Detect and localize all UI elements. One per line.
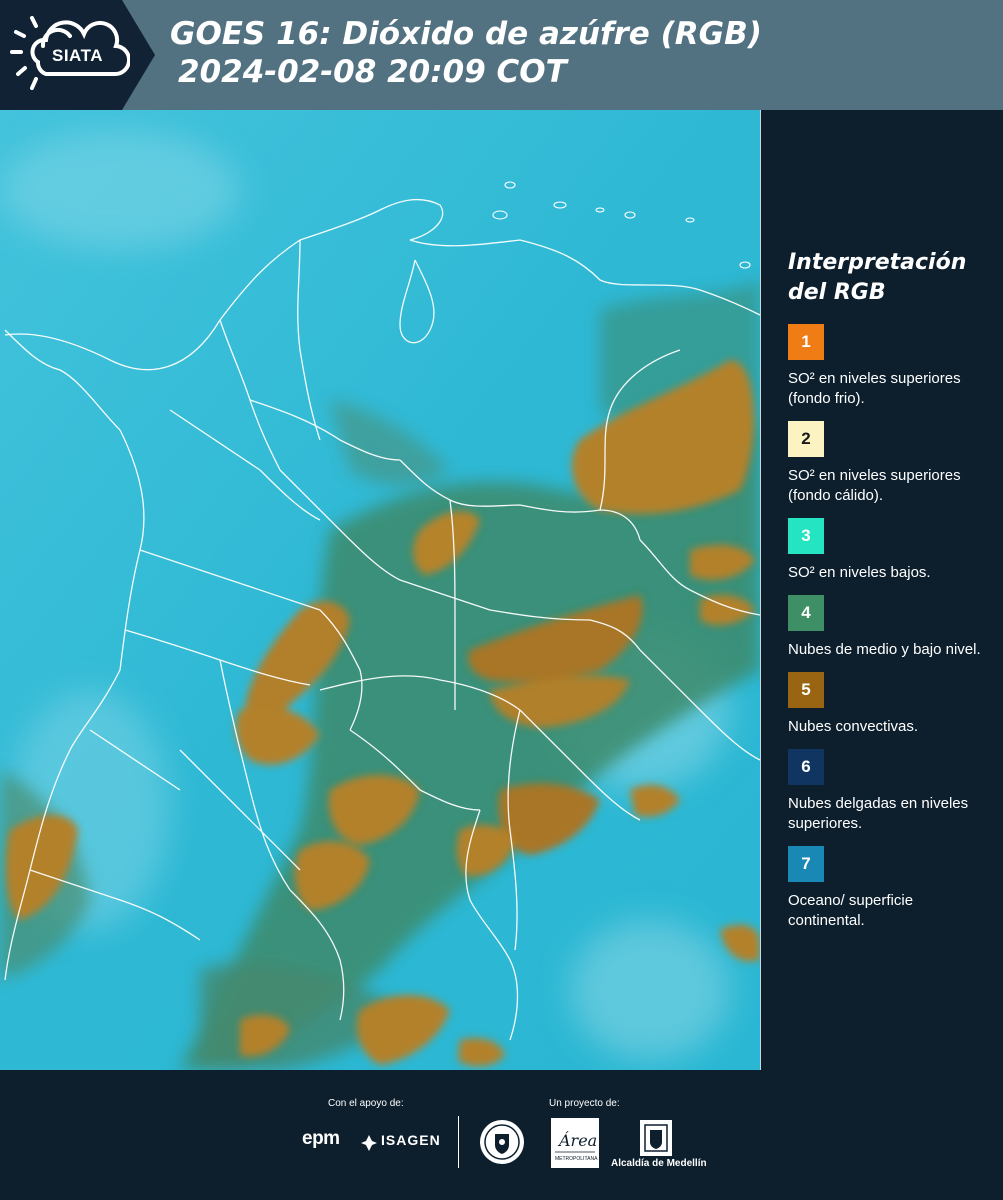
legend-text-5: Nubes convectivas. xyxy=(788,718,919,735)
legend-item: 5 Nubes convectivas. xyxy=(788,672,993,737)
legend-item: 1 SO² en niveles superiores (fondo frio)… xyxy=(788,324,993,409)
svg-text:METROPOLITANA: METROPOLITANA xyxy=(555,1156,598,1162)
satellite-map[interactable] xyxy=(0,110,761,1070)
svg-text:Área: Área xyxy=(557,1130,597,1150)
siata-logo[interactable]: SIATA xyxy=(0,0,155,110)
header: SIATA GOES 16: Dióxido de azúfre (RGB) 2… xyxy=(0,0,1003,110)
medellin-seal-icon[interactable] xyxy=(478,1118,526,1166)
legend-item: 7 Oceano/ superficie continental. xyxy=(788,846,993,931)
isagen-logo[interactable]: ISAGEN xyxy=(381,1132,441,1148)
legend-text-3: SO² en niveles bajos. xyxy=(788,564,931,581)
siata-logo-text: SIATA xyxy=(52,46,103,65)
legend-swatch-1: 1 xyxy=(788,324,824,360)
legend-swatch-4: 4 xyxy=(788,595,824,631)
page-title: GOES 16: Dióxido de azúfre (RGB) xyxy=(170,16,762,52)
legend-swatch-3: 3 xyxy=(788,518,824,554)
legend-item: 3 SO² en niveles bajos. xyxy=(788,518,993,583)
legend-text-1: SO² en niveles superiores (fondo frio). xyxy=(788,370,961,407)
legend-swatch-7: 7 xyxy=(788,846,824,882)
legend-text-2: SO² en niveles superiores (fondo cálido)… xyxy=(788,467,961,504)
rgb-legend: Interpretación del RGB 1 SO² en niveles … xyxy=(788,248,993,943)
alcaldia-label: Alcaldía de Medellín xyxy=(611,1158,707,1169)
project-label: Un proyecto de: xyxy=(549,1098,620,1109)
legend-swatch-5: 5 xyxy=(788,672,824,708)
legend-text-7: Oceano/ superficie continental. xyxy=(788,892,914,929)
support-label: Con el apoyo de: xyxy=(328,1098,404,1109)
isagen-mark-icon xyxy=(361,1135,377,1151)
legend-item: 4 Nubes de medio y bajo nivel. xyxy=(788,595,993,660)
legend-text-6: Nubes delgadas en niveles superiores. xyxy=(788,795,969,832)
legend-title: Interpretación del RGB xyxy=(788,248,993,308)
alcaldia-shield-icon[interactable] xyxy=(638,1118,674,1158)
legend-item: 2 SO² en niveles superiores (fondo cálid… xyxy=(788,421,993,506)
area-metropolitana-logo[interactable]: Área METROPOLITANA xyxy=(551,1118,599,1168)
legend-item: 6 Nubes delgadas en niveles superiores. xyxy=(788,749,993,834)
satellite-image xyxy=(0,110,760,1070)
legend-text-4: Nubes de medio y bajo nivel. xyxy=(788,641,981,658)
legend-title-line2: del RGB xyxy=(788,280,886,305)
epm-logo[interactable]: epm xyxy=(302,1128,340,1150)
footer-divider xyxy=(458,1116,459,1168)
legend-swatch-6: 6 xyxy=(788,749,824,785)
page-timestamp: 2024-02-08 20:09 COT xyxy=(178,54,567,90)
legend-title-line1: Interpretación xyxy=(788,250,967,275)
legend-swatch-2: 2 xyxy=(788,421,824,457)
footer: Con el apoyo de: Un proyecto de: epm ISA… xyxy=(0,1070,1003,1200)
